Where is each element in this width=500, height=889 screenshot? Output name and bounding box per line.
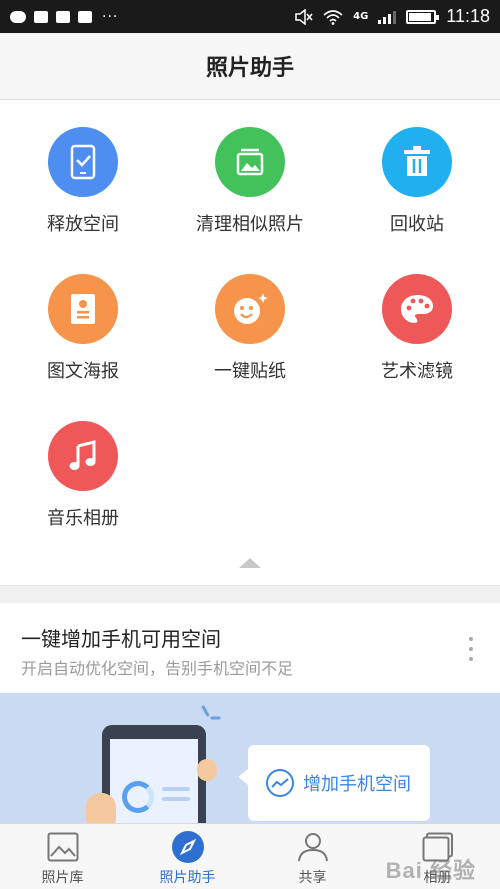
baidu-watermark: Bai 经验 (385, 858, 476, 883)
title-bar: 照片助手 (0, 33, 500, 100)
promo-banner: 增加手机空间 (0, 693, 500, 823)
network-type: 4G (353, 11, 369, 22)
compass-icon (171, 830, 205, 864)
more-notifications-icon: ··· (102, 8, 119, 25)
trash-icon (404, 146, 430, 176)
clock: 11:18 (446, 6, 490, 26)
tool-recycle-bin[interactable]: 回收站 (334, 100, 500, 245)
signal-bar (378, 19, 382, 24)
nav-label: 共享 (298, 870, 327, 886)
tool-icon-circle (382, 127, 452, 197)
tool-label: 清理相似照片 (196, 214, 304, 235)
collapse-arrow-icon[interactable] (239, 558, 261, 568)
promo-subtitle: 开启自动优化空间，告别手机空间不足 (21, 659, 294, 678)
tool-icon-circle (48, 127, 118, 197)
promo-card[interactable]: 一键增加手机可用空间 开启自动优化空间，告别手机空间不足 (0, 603, 500, 693)
tool-icon-circle (382, 274, 452, 344)
wechat-icon (10, 10, 26, 23)
tool-icon-circle (48, 421, 118, 491)
palette-icon (401, 295, 433, 323)
image-icon (46, 830, 80, 864)
sparkle-icon (201, 705, 210, 717)
wifi-icon (323, 9, 343, 25)
more-options-icon[interactable] (468, 637, 474, 661)
tool-sticker[interactable]: 一键贴纸 (167, 247, 333, 392)
nav-share[interactable]: 共享 (250, 824, 375, 889)
system-icons: 4G 11:18 (295, 0, 490, 33)
mute-icon (295, 8, 313, 25)
app-grid-icon (56, 10, 70, 23)
hand-illustration (197, 759, 217, 781)
people-icon (296, 830, 330, 864)
sticker-face-icon (234, 293, 268, 324)
tool-free-space[interactable]: 释放空间 (0, 100, 166, 245)
tool-icon-circle (48, 274, 118, 344)
tool-label: 图文海报 (47, 361, 119, 382)
promo-title: 一键增加手机可用空间 (21, 627, 221, 651)
poster-icon (71, 294, 95, 324)
hand-illustration (86, 793, 116, 823)
message-icon (34, 10, 48, 23)
bottom-nav: 照片库 照片助手 共享 相册 Bai 经验 (0, 823, 500, 889)
tool-label: 回收站 (390, 214, 444, 235)
signal-bar (393, 10, 397, 24)
tool-art-filter[interactable]: 艺术滤镜 (334, 247, 500, 392)
nav-label: 照片库 (41, 870, 84, 886)
tool-label: 释放空间 (47, 214, 119, 235)
tool-label: 艺术滤镜 (381, 361, 453, 382)
nav-photo-assistant[interactable]: 照片助手 (125, 824, 250, 889)
page-title: 照片助手 (205, 56, 294, 81)
battery-icon (406, 9, 440, 24)
nav-photo-library[interactable]: 照片库 (0, 824, 125, 889)
phone-clean-icon (70, 144, 96, 180)
app-grid-icon (78, 10, 92, 23)
section-divider (0, 585, 500, 603)
similar-photos-icon (236, 148, 264, 176)
nav-label: 照片助手 (159, 870, 216, 886)
tool-icon-circle (215, 127, 285, 197)
increase-space-label: 增加手机空间 (303, 774, 411, 795)
tool-clean-similar[interactable]: 清理相似照片 (167, 100, 333, 245)
increase-space-button[interactable]: 增加手机空间 (238, 745, 430, 821)
tool-music-album[interactable]: 音乐相册 (0, 394, 166, 539)
phone-screen (110, 739, 198, 823)
tool-poster[interactable]: 图文海报 (0, 247, 166, 392)
storage-bars (162, 787, 190, 807)
notification-icons: ··· (10, 0, 118, 33)
status-bar: ··· 4G 11:18 (0, 0, 500, 33)
tool-label: 音乐相册 (47, 508, 119, 529)
signal-bar (383, 16, 387, 24)
storage-ring-icon (122, 781, 154, 813)
signal-bar (388, 13, 392, 24)
music-note-icon (69, 440, 96, 470)
phone-illustration (102, 725, 206, 823)
signal-icon (378, 10, 397, 24)
sparkle-icon (210, 716, 221, 720)
tool-icon-circle (215, 274, 285, 344)
tool-grid: 释放空间 清理相似照片 回收站 图文海报 一键贴纸 艺术滤镜 音乐相册 (0, 100, 500, 585)
tool-label: 一键贴纸 (214, 361, 286, 382)
trend-up-icon (266, 769, 294, 797)
